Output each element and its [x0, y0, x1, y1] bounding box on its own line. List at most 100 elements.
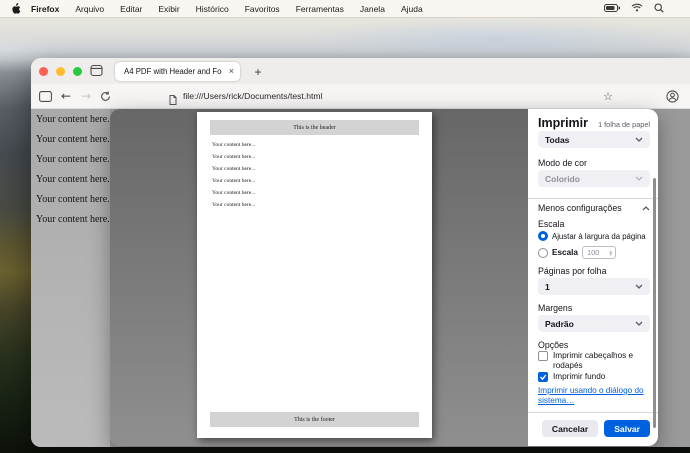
print-headers-label: Imprimir cabeçalhos e rodapés: [553, 351, 634, 370]
macos-menu-bar: Firefox Arquivo Editar Exibir Histórico …: [0, 0, 690, 17]
custom-scale-radio-row[interactable]: Escala 100 ▲ ▼: [538, 246, 650, 259]
print-preview-pane: This is the header Your content here... …: [110, 109, 528, 446]
battery-icon[interactable]: [604, 3, 620, 14]
settings-scrollbar[interactable]: [652, 178, 656, 428]
menu-status-area: [604, 2, 664, 15]
print-dialog-title: Imprimir: [538, 116, 589, 130]
window-controls: [39, 67, 82, 76]
color-mode-label: Modo de cor: [538, 158, 587, 168]
options-label: Opções: [538, 340, 569, 350]
preview-text-line: Your content here...: [212, 190, 256, 196]
pages-per-sheet-select[interactable]: 1: [538, 278, 650, 295]
preview-body-text: Your content here... Your content here..…: [212, 139, 255, 211]
preview-text-line: Your content here...: [212, 178, 256, 184]
menu-item-favoritos[interactable]: Favoritos: [245, 4, 280, 14]
pages-per-sheet-value: 1: [545, 281, 550, 292]
divider: [528, 198, 658, 199]
apple-menu-icon[interactable]: [11, 2, 21, 15]
system-print-dialog-link[interactable]: Imprimir usando o diálogo do sistema…: [538, 386, 658, 406]
tab-close-icon[interactable]: ×: [229, 67, 234, 76]
fit-to-width-label: Ajustar à largura da página: [552, 231, 646, 241]
page-text-line: Your content here...: [36, 174, 109, 185]
forward-button: →: [80, 89, 92, 103]
spotlight-icon[interactable]: [654, 2, 664, 15]
print-headers-checkbox-row[interactable]: Imprimir cabeçalhos e rodapés: [538, 351, 650, 370]
page-text-line: Your content here...: [36, 134, 109, 145]
page-document-icon: [169, 92, 177, 110]
print-settings-panel: Imprimir 1 folha de papel Todas Modo de …: [528, 109, 658, 446]
navigation-toolbar: ← → file:///Users/rick/Documents/test.ht…: [31, 84, 690, 109]
page-text-line: Your content here...: [36, 194, 109, 205]
save-button[interactable]: Salvar: [604, 420, 650, 437]
scale-value: 100: [586, 248, 600, 257]
less-settings-label: Menos configurações: [538, 203, 622, 213]
stepper-arrows-icon: ▲ ▼: [608, 248, 613, 257]
chevron-up-icon: [642, 205, 650, 210]
dialog-buttons: Cancelar Salvar: [538, 420, 650, 437]
page-text-line: Your content here...: [36, 154, 109, 165]
preview-text-line: Your content here...: [212, 154, 256, 160]
content-area: Your content here... Your content here..…: [31, 109, 690, 447]
preview-header-bar: This is the header: [210, 120, 419, 135]
preview-text-line: Your content here...: [212, 166, 256, 172]
firefox-window: A4 PDF with Header and Footer × + ← → fi…: [31, 58, 690, 447]
print-background-checkbox-row[interactable]: Imprimir fundo: [538, 372, 650, 382]
color-mode-value: Colorido: [545, 173, 580, 184]
margins-label: Margens: [538, 303, 573, 313]
fit-to-width-radio-row[interactable]: Ajustar à largura da página: [538, 231, 650, 241]
menu-item-ferramentas[interactable]: Ferramentas: [296, 4, 344, 14]
wallpaper-cloud-glow: [300, 18, 690, 58]
bookmark-star-icon[interactable]: ☆: [600, 84, 616, 108]
menu-item-historico[interactable]: Histórico: [196, 4, 229, 14]
preview-text-line: Your content here...: [212, 142, 256, 148]
page-range-value: Todas: [545, 134, 570, 145]
url-bar[interactable]: file:///Users/rick/Documents/test.html: [127, 87, 622, 105]
page-range-select[interactable]: Todas: [538, 131, 650, 148]
radio-selected-icon[interactable]: [538, 231, 548, 241]
divider: [528, 412, 658, 413]
dimmed-page-content: Your content here... Your content here..…: [31, 109, 110, 447]
print-background-label: Imprimir fundo: [553, 372, 606, 381]
firefox-view-icon[interactable]: [90, 64, 103, 82]
margins-value: Padrão: [545, 318, 574, 329]
url-input[interactable]: file:///Users/rick/Documents/test.html: [183, 87, 322, 105]
system-print-dialog-link-text: Imprimir usando o diálogo do sistema…: [538, 386, 644, 405]
sidebar-toggle-icon[interactable]: [37, 84, 53, 108]
checkbox-checked-icon[interactable]: [538, 372, 548, 382]
radio-unselected-icon[interactable]: [538, 247, 548, 258]
checkbox-unchecked-icon[interactable]: [538, 351, 548, 361]
back-button[interactable]: ←: [58, 84, 74, 108]
margins-select[interactable]: Padrão: [538, 315, 650, 332]
print-dialog: This is the header Your content here... …: [110, 109, 658, 446]
menu-item-firefox[interactable]: Firefox: [31, 4, 59, 14]
pages-per-sheet-label: Páginas por folha: [538, 266, 607, 276]
print-preview-page: This is the header Your content here... …: [197, 112, 432, 438]
menu-item-arquivo[interactable]: Arquivo: [75, 4, 104, 14]
scale-section-label: Escala: [538, 219, 565, 229]
tab-bar: A4 PDF with Header and Footer × +: [31, 58, 690, 84]
menu-item-editar[interactable]: Editar: [120, 4, 142, 14]
wifi-icon[interactable]: [631, 3, 643, 14]
menu-item-exibir[interactable]: Exibir: [158, 4, 179, 14]
custom-scale-label: Escala: [552, 248, 578, 257]
color-mode-select: Colorido: [538, 170, 650, 187]
page-text-line: Your content here...: [36, 114, 109, 125]
page-text-line: Your content here...: [36, 214, 109, 225]
chevron-down-icon: [635, 176, 643, 181]
sheet-count-label: 1 folha de papel: [598, 120, 650, 129]
chevron-down-icon: [635, 284, 643, 289]
preview-footer-bar: This is the footer: [210, 412, 419, 427]
close-window-button[interactable]: [39, 67, 48, 76]
minimize-window-button[interactable]: [56, 67, 65, 76]
chevron-down-icon: [635, 321, 643, 326]
cancel-button[interactable]: Cancelar: [541, 420, 599, 437]
account-icon[interactable]: [664, 84, 680, 108]
reload-icon[interactable]: [97, 84, 113, 108]
less-settings-toggle[interactable]: Menos configurações: [538, 203, 650, 213]
zoom-window-button[interactable]: [73, 67, 82, 76]
menu-item-ajuda[interactable]: Ajuda: [401, 4, 423, 14]
new-tab-button[interactable]: +: [250, 62, 266, 81]
browser-tab[interactable]: A4 PDF with Header and Footer ×: [115, 62, 240, 81]
menu-item-janela[interactable]: Janela: [360, 4, 385, 14]
tab-title: A4 PDF with Header and Footer: [124, 67, 222, 76]
